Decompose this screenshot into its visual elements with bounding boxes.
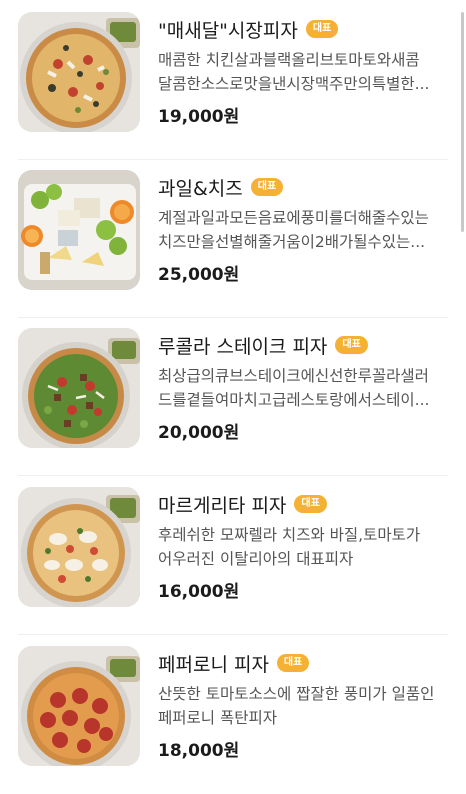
menu-item-description: 매콤한 치킨살과블랙올리브토마토와새콤 달콤한소스로맛을낸시장맥주만의특별한..… xyxy=(158,51,430,93)
menu-item-description: 최상급의큐브스테이크에신선한루꼴라샐러 드를곁들여마치고급레스토랑에서스테이..… xyxy=(158,367,430,409)
menu-item-description: 계절과일과모든음료에풍미를더해줄수있는 치즈만을선별해줄거움이2배가될수있는..… xyxy=(158,209,429,251)
menu-item-image[interactable] xyxy=(18,487,140,607)
menu-item-price: 20,000원 xyxy=(158,423,240,443)
menu-item-name: "매새달"시장피자 xyxy=(158,19,298,42)
menu-item[interactable]: 루콜라 스테이크 피자 대표 최상급의큐브스테이크에신선한루꼴라샐러 드를곁들여… xyxy=(18,318,448,476)
menu-item-name: 마르게리타 피자 xyxy=(158,494,287,517)
menu-item-image[interactable] xyxy=(18,328,140,448)
menu-item-image[interactable] xyxy=(18,646,140,766)
signature-badge: 대표 xyxy=(305,20,339,38)
menu-item[interactable]: 페퍼로니 피자 대표 산뜻한 토마토소스에 짭잘한 풍미가 일품인 페퍼로니 폭… xyxy=(18,636,448,794)
signature-badge: 대표 xyxy=(294,495,327,513)
menu-item[interactable]: 과일&치즈 대표 계절과일과모든음료에풍미를더해줄수있는 치즈만을선별해줄거움이… xyxy=(18,160,448,318)
menu-item-name: 과일&치즈 xyxy=(158,177,243,200)
menu-item-image[interactable] xyxy=(18,12,140,132)
menu-item-price: 16,000원 xyxy=(158,582,240,602)
menu-item-price: 19,000원 xyxy=(158,107,240,127)
menu-item-name: 페퍼로니 피자 xyxy=(158,653,269,676)
menu-item-description: 후레쉬한 모짜렐라 치즈와 바질,토마토가 어우러진 이탈리아의 대표피자 xyxy=(158,526,421,568)
menu-item-image[interactable] xyxy=(18,170,140,290)
signature-badge: 대표 xyxy=(250,178,284,196)
scrollbar[interactable] xyxy=(461,12,464,232)
menu-item[interactable]: "매새달"시장피자 대표 매콤한 치킨살과블랙올리브토마토와새콤 달콤한소스로맛… xyxy=(18,2,448,160)
signature-badge: 대표 xyxy=(335,336,368,354)
menu-item-name: 루콜라 스테이크 피자 xyxy=(158,335,328,358)
menu-item-price: 25,000원 xyxy=(158,265,240,285)
menu-item-description: 산뜻한 토마토소스에 짭잘한 풍미가 일품인 페퍼로니 폭탄피자 xyxy=(158,685,435,727)
signature-badge: 대표 xyxy=(276,654,310,672)
menu-item-price: 18,000원 xyxy=(158,741,240,761)
menu-item[interactable]: 마르게리타 피자 대표 후레쉬한 모짜렐라 치즈와 바질,토마토가 어우러진 이… xyxy=(18,477,448,635)
